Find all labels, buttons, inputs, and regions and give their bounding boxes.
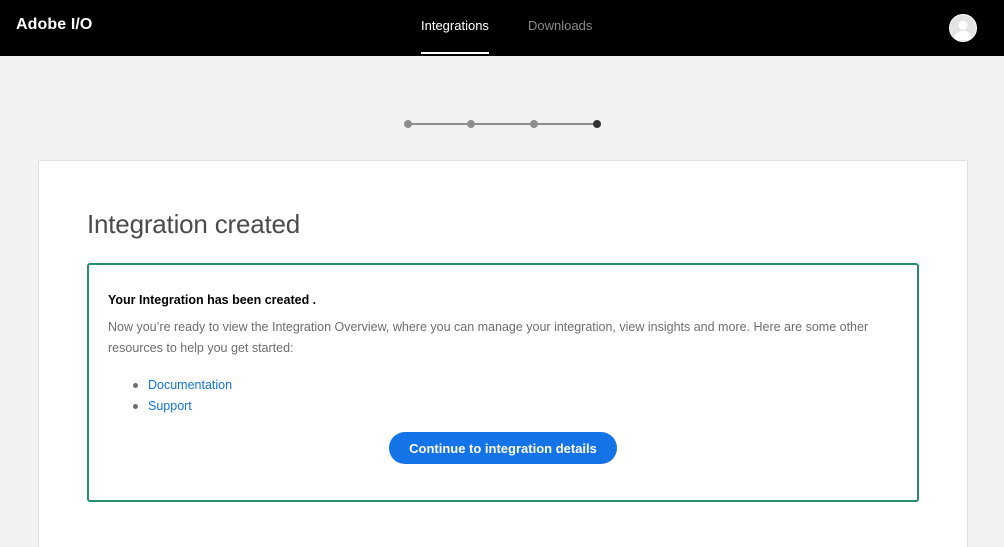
step-3-dot bbox=[530, 120, 538, 128]
brand-logo-text[interactable]: Adobe I/O bbox=[16, 16, 92, 34]
step-connector bbox=[411, 123, 467, 125]
tab-integrations[interactable]: Integrations bbox=[421, 18, 489, 54]
success-heading: Your Integration has been created . bbox=[108, 293, 317, 307]
resource-links-list: Documentation Support bbox=[129, 375, 232, 417]
user-profile-icon bbox=[950, 15, 976, 41]
support-link[interactable]: Support bbox=[148, 399, 192, 413]
success-description: Now you’re ready to view the Integration… bbox=[108, 320, 869, 355]
step-connector bbox=[475, 123, 530, 125]
step-1-dot bbox=[404, 120, 412, 128]
progress-stepper bbox=[403, 119, 603, 129]
list-item: Documentation bbox=[129, 375, 232, 396]
user-avatar[interactable] bbox=[949, 14, 977, 42]
continue-to-integration-details-button[interactable]: Continue to integration details bbox=[389, 432, 617, 464]
page-title: Integration created bbox=[87, 209, 301, 239]
tab-downloads[interactable]: Downloads bbox=[528, 18, 592, 33]
success-message-box: Your Integration has been created . Now … bbox=[87, 263, 919, 502]
step-connector bbox=[538, 123, 593, 125]
content-card: Integration created Your Integration has… bbox=[38, 160, 968, 547]
step-2-dot bbox=[467, 120, 475, 128]
top-navigation-bar: Adobe I/O Integrations Downloads bbox=[0, 0, 1004, 56]
step-4-dot-current bbox=[593, 120, 601, 128]
documentation-link[interactable]: Documentation bbox=[148, 378, 232, 392]
list-item: Support bbox=[129, 396, 232, 417]
